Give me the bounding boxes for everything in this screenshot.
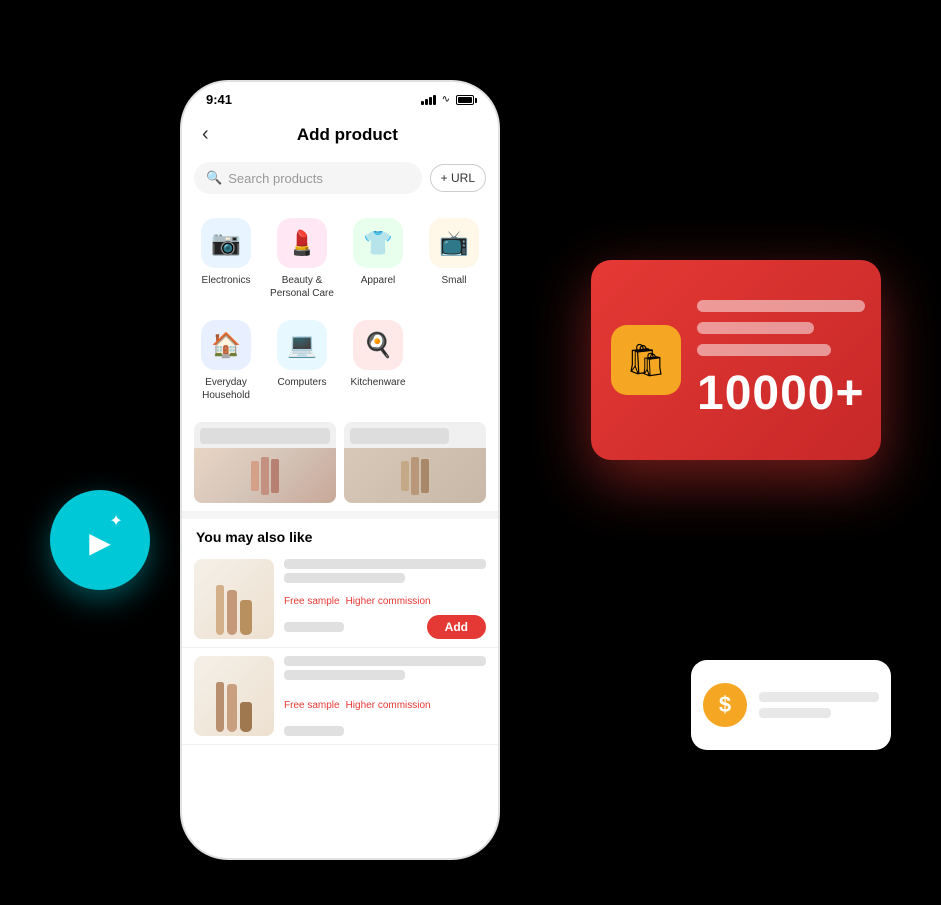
search-box[interactable]: 🔍 Search products [194,162,422,194]
sparkle-icon: ✦ [109,511,122,531]
bottle-icon-3 [240,600,252,635]
category-label-computers: Computers [278,376,327,389]
search-row: 🔍 Search products + URL [182,162,498,206]
product-bottom-1: Add [284,615,486,639]
product-cards-row [182,414,498,511]
signal-icon [421,95,436,105]
red-card-number: 10000+ [697,366,865,421]
product-thumbnail-2 [194,656,274,736]
kitchenware-icon-wrap: 🍳 [353,320,403,370]
dollar-icon: $ [703,683,747,727]
status-time: 9:41 [206,92,232,107]
apparel-icon-wrap: 👕 [353,218,403,268]
product-thumbnail-1 [194,559,274,639]
product-card-mini-2[interactable] [344,422,486,503]
higher-commission-tag-2: Higher commission [346,700,431,711]
bag-emoji: 🛍 [626,341,667,379]
product-info-2: Free sample Higher commission [284,656,486,736]
red-card-content: 10000+ [697,300,865,421]
category-label-household: Everyday Household [194,376,258,402]
product-card-image-2 [344,448,486,503]
free-sample-tag-1: Free sample [284,596,340,607]
divider [182,511,498,519]
product-name-bar-2 [284,656,486,666]
dollar-bar-2 [759,708,831,718]
section-title: You may also like [182,519,498,551]
product-bottom-2 [284,726,486,736]
computers-icon-wrap: 💻 [277,320,327,370]
search-icon: 🔍 [206,170,222,186]
beauty-icon-wrap: 💄 [277,218,327,268]
category-label-electronics: Electronics [202,274,251,287]
url-button[interactable]: + URL [430,164,486,192]
bottle-icon-1 [216,585,224,635]
product-tags-1: Free sample Higher commission [284,596,486,607]
higher-commission-tag-1: Higher commission [346,596,431,607]
category-item-beauty[interactable]: 💄 Beauty & Personal Care [266,210,338,308]
wifi-icon: ∿ [442,94,450,105]
dollar-bars [759,692,879,718]
battery-icon [456,95,474,105]
red-card-bar-3 [697,344,831,356]
product-card-image [194,448,336,503]
product-name-bar [284,559,486,569]
product-info-1: Free sample Higher commission Add [284,559,486,639]
back-button[interactable]: ‹ [198,119,213,150]
price-bar-2 [284,726,344,736]
bottle-icon-6 [240,702,252,732]
scene: 9:41 ∿ ‹ Add product [0,0,941,905]
red-card-bar-2 [697,322,814,334]
dollar-card: $ [691,660,891,750]
bottle-icon-2 [227,590,237,635]
category-label-small: Small [441,274,466,287]
category-item-electronics[interactable]: 📷 Electronics [190,210,262,308]
free-sample-tag-2: Free sample [284,700,340,711]
red-card-bar-1 [697,300,865,312]
product-list-item-2: Free sample Higher commission [182,648,498,745]
category-item-household[interactable]: 🏠 Everyday Household [190,312,262,410]
electronics-icon-wrap: 📷 [201,218,251,268]
add-button-1[interactable]: Add [427,615,486,639]
phone-mockup: 9:41 ∿ ‹ Add product [180,80,500,860]
product-name-bar-short-2 [284,670,405,680]
dollar-bar-1 [759,692,879,702]
tv-circle: ▶ ✦ [50,490,150,590]
product-tags-2: Free sample Higher commission [284,700,486,711]
product-card-top-bar-2 [350,428,449,444]
small-icon-wrap: 📺 [429,218,479,268]
category-label-apparel: Apparel [361,274,395,287]
shopping-bag-icon: 🛍 [611,325,681,395]
product-list-item-1: Free sample Higher commission Add [182,551,498,648]
status-icons: ∿ [421,94,474,105]
search-input: Search products [228,171,323,186]
price-bar-1 [284,622,344,632]
product-name-bar-short [284,573,405,583]
category-label-beauty: Beauty & Personal Care [270,274,334,300]
product-card-mini-1[interactable] [194,422,336,503]
category-item-apparel[interactable]: 👕 Apparel [342,210,414,308]
category-item-kitchenware[interactable]: 🍳 Kitchenware [342,312,414,410]
product-card-top-bar [200,428,330,444]
household-icon-wrap: 🏠 [201,320,251,370]
bottle-icon-4 [216,682,224,732]
play-icon: ▶ ✦ [89,519,111,561]
bottle-icon-5 [227,684,237,732]
category-item-computers[interactable]: 💻 Computers [266,312,338,410]
page-title: Add product [213,125,482,145]
red-card: 🛍 10000+ [591,260,881,460]
category-item-small[interactable]: 📺 Small [418,210,490,308]
app-header: ‹ Add product [182,111,498,162]
play-button: ▶ [89,527,111,558]
status-bar: 9:41 ∿ [182,82,498,111]
category-grid: 📷 Electronics 💄 Beauty & Personal Care 👕… [182,206,498,414]
category-label-kitchenware: Kitchenware [350,376,405,389]
